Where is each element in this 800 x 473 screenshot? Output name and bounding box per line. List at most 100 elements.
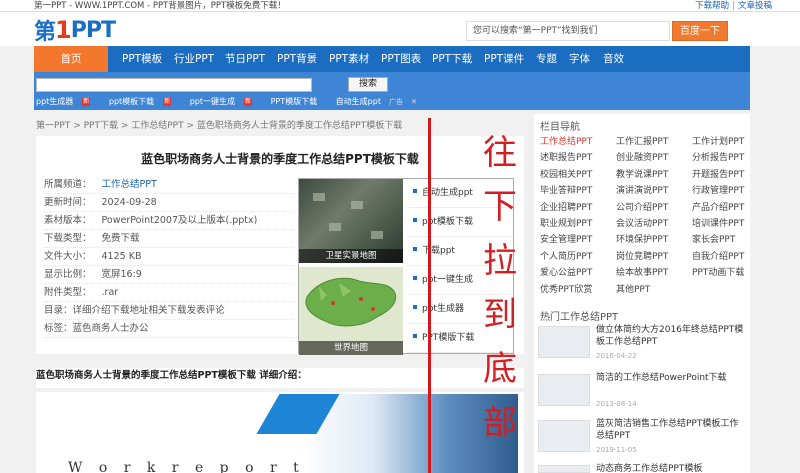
hot-list-item[interactable]: 蓝灰简洁销售工作总结PPT模板工作总结PPT 2019-11-05: [538, 418, 748, 458]
category-link[interactable]: 工作汇报PPT: [616, 134, 692, 150]
ad-link[interactable]: ppt生成器: [407, 295, 513, 324]
meta-row-toc: 目录：详细介绍下载地址相关下载发表评论: [44, 302, 294, 320]
category-link[interactable]: 培训课件PPT: [692, 216, 748, 232]
meta-key: 附件类型：: [44, 287, 92, 298]
hot-list-item[interactable]: 动态商务工作总结PPT模板: [538, 463, 748, 473]
hot-keyword[interactable]: PPT模版下载: [271, 97, 326, 106]
hot-item-thumbnail: [538, 374, 590, 406]
tag-link[interactable]: 蓝色: [73, 323, 92, 334]
hot-keyword[interactable]: ppt生成器新: [36, 97, 98, 106]
bullet-icon: [413, 247, 417, 251]
channel-link[interactable]: 工作总结PPT: [102, 179, 157, 190]
hot-keyword[interactable]: ppt一键生成新: [190, 97, 260, 106]
ad-link[interactable]: 下载ppt: [407, 237, 513, 266]
logo-text-3: PPT: [70, 17, 116, 43]
ad-link-label: ppt一键生成: [422, 275, 473, 285]
hot-keyword-label: ppt生成器: [36, 97, 74, 106]
category-link[interactable]: 个人简历PPT: [540, 249, 616, 265]
toc-link[interactable]: 详细介绍: [73, 305, 111, 316]
top-links: 下载帮助 | 文章投稿: [695, 0, 772, 12]
nav-item-background[interactable]: PPT背景: [277, 46, 317, 72]
category-link[interactable]: 家长会PPT: [692, 232, 748, 248]
bullet-icon: [413, 305, 417, 309]
nav-item-industry[interactable]: 行业PPT: [174, 46, 214, 72]
category-link[interactable]: 环境保护PPT: [616, 232, 692, 248]
ad-link[interactable]: ppt模板下载: [407, 208, 513, 237]
detail-intro-heading: 蓝色职场商务人士背景的季度工作总结PPT模板下载 详细介绍：: [36, 368, 524, 388]
site-search-input[interactable]: [36, 78, 312, 92]
category-link[interactable]: 安全管理PPT: [540, 232, 616, 248]
logo-text-1: 第: [34, 20, 56, 45]
category-link[interactable]: 述职报告PPT: [540, 150, 616, 166]
category-link[interactable]: PPT动画下载: [692, 265, 748, 281]
site-search-button[interactable]: 搜索: [348, 77, 388, 92]
hot-keyword[interactable]: ppt模板下载新: [109, 97, 179, 106]
category-link[interactable]: 演讲演说PPT: [616, 183, 692, 199]
nav-item-font[interactable]: 字体: [569, 46, 590, 72]
category-link[interactable]: 职业规划PPT: [540, 216, 616, 232]
hot-list-item[interactable]: 简洁的工作总结PowerPoint下载 2013-08-14: [538, 372, 748, 412]
category-link[interactable]: 教学说课PPT: [616, 167, 692, 183]
category-link[interactable]: 创业融资PPT: [616, 150, 692, 166]
nav-item-holiday[interactable]: 节日PPT: [225, 46, 265, 72]
category-link[interactable]: 优秀PPT欣赏: [540, 282, 616, 298]
top-bar: 第一PPT - WWW.1PPT.COM - PPT背景图片，PPT模板免费下载…: [0, 0, 800, 12]
hot-keyword[interactable]: 自动生成ppt 广告 ✕: [336, 97, 425, 106]
nav-item-ppt-template[interactable]: PPT模板: [122, 46, 162, 72]
meta-key: 素材版本：: [44, 215, 92, 226]
category-link[interactable]: 绘本故事PPT: [616, 265, 692, 281]
nav-item-courseware[interactable]: PPT课件: [484, 46, 524, 72]
meta-value: 2024-09-28: [101, 197, 157, 208]
category-link[interactable]: 开题报告PPT: [692, 167, 748, 183]
category-link[interactable]: 企业招聘PPT: [540, 200, 616, 216]
satellite-map-thumbnail[interactable]: 卫星实景地图: [299, 179, 403, 263]
baidu-search-button[interactable]: 百度一下: [672, 21, 728, 41]
header-search-input[interactable]: 您可以搜索“第一PPT”找到我们: [466, 21, 670, 41]
ad-link-list: 自动生成ppt ppt模板下载 下载ppt ppt一键生成 ppt生成器 PPT…: [407, 179, 513, 353]
ad-link[interactable]: ppt一键生成: [407, 266, 513, 295]
category-link[interactable]: 毕业答辩PPT: [540, 183, 616, 199]
ad-link-label: 自动生成ppt: [422, 188, 473, 198]
tag-link[interactable]: 商务人士: [92, 323, 130, 334]
toc-link[interactable]: 相关下载: [149, 305, 187, 316]
category-link[interactable]: 校园相关PPT: [540, 167, 616, 183]
ad-thumbnail-box: 卫星实景地图 世界地图 自动生成ppt ppt模板下载 下载ppt ppt一键生…: [298, 178, 514, 355]
article-meta: 所属频道： 工作总结PPT 更新时间： 2024-09-28 素材版本： PowerP…: [44, 176, 294, 338]
ad-link[interactable]: 自动生成ppt: [407, 179, 513, 208]
toc-link[interactable]: 下载地址: [111, 305, 149, 316]
category-link[interactable]: 自我介绍PPT: [692, 249, 748, 265]
site-logo[interactable]: 第 1 PPT: [34, 16, 116, 45]
category-link[interactable]: 产品介绍PPT: [692, 200, 748, 216]
thumbnail-caption: 世界地图: [299, 341, 403, 355]
world-map-thumbnail[interactable]: 世界地图: [299, 267, 403, 355]
toc-link[interactable]: 发表评论: [187, 305, 225, 316]
category-link[interactable]: 工作计划PPT: [692, 134, 748, 150]
hot-list-item[interactable]: 做立体简约大方2016年终总结PPT模板工作总结PPT 2016-04-22: [538, 324, 748, 364]
nav-item-download[interactable]: PPT下载: [432, 46, 472, 72]
nav-item-topic[interactable]: 专题: [536, 46, 557, 72]
nav-item-home[interactable]: 首页: [34, 46, 108, 72]
category-link[interactable]: 工作总结PPT: [540, 134, 616, 150]
category-link[interactable]: 爱心公益PPT: [540, 265, 616, 281]
hot-item-title: 蓝灰简洁销售工作总结PPT模板工作总结PPT: [596, 419, 739, 441]
category-link[interactable]: 行政管理PPT: [692, 183, 748, 199]
nav-item-sound[interactable]: 音效: [603, 46, 624, 72]
category-link[interactable]: 会议活动PPT: [616, 216, 692, 232]
nav-item-material[interactable]: PPT素材: [329, 46, 369, 72]
category-link[interactable]: 其他PPT: [616, 282, 692, 298]
sub-search-bar: 搜索 ppt生成器新 ppt模板下载新 ppt一键生成新 PPT模版下载 自动生…: [34, 72, 750, 110]
help-link[interactable]: 下载帮助: [695, 1, 729, 11]
bullet-icon: [413, 334, 417, 338]
category-link[interactable]: 岗位竞聘PPT: [616, 249, 692, 265]
tag-link[interactable]: 办公: [130, 323, 149, 334]
category-link[interactable]: 分析报告PPT: [692, 150, 748, 166]
meta-key: 更新时间：: [44, 197, 92, 208]
new-badge: 新: [244, 98, 253, 106]
nav-item-chart[interactable]: PPT图表: [381, 46, 421, 72]
meta-key: 下载类型：: [44, 233, 92, 244]
close-icon[interactable]: ✕: [411, 98, 417, 106]
hot-item-thumbnail: [538, 420, 590, 452]
submit-article-link[interactable]: 文章投稿: [738, 1, 772, 11]
ad-link[interactable]: PPT模版下载: [407, 324, 513, 353]
category-link[interactable]: 公司介绍PPT: [616, 200, 692, 216]
